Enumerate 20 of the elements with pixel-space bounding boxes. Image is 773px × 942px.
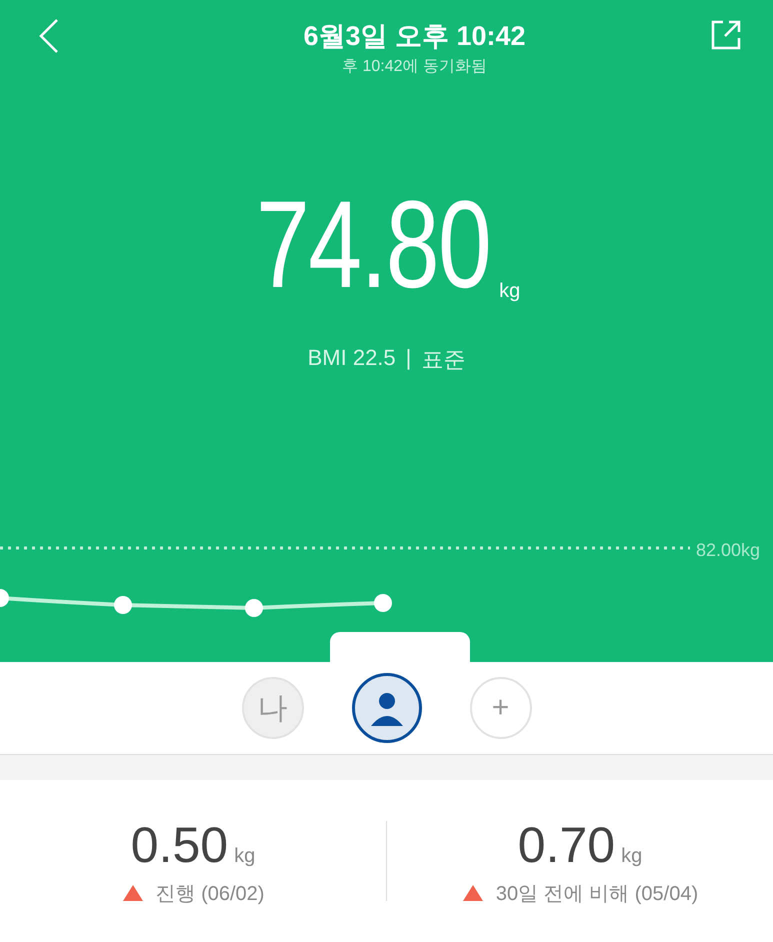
increase-icon xyxy=(122,884,144,902)
back-icon[interactable] xyxy=(38,18,60,54)
change-value: 0.50 xyxy=(130,816,228,874)
change-caption: 30일 전에 비해 (05/04) xyxy=(496,882,698,906)
date-title: 6월3일 오후 10:42 xyxy=(303,20,526,53)
increase-icon xyxy=(462,884,484,902)
change-unit: kg xyxy=(621,844,642,868)
sync-status: 후 10:42에 동기화됨 xyxy=(342,57,487,77)
change-value: 0.70 xyxy=(518,816,616,874)
share-icon[interactable] xyxy=(709,18,743,52)
bmi-value: BMI 22.5 xyxy=(308,345,396,372)
weight-unit: kg xyxy=(499,280,520,303)
separator: | xyxy=(406,345,412,372)
user-avatar[interactable]: 나 xyxy=(242,677,304,739)
target-label: 82.00kg xyxy=(696,540,760,560)
change-unit: kg xyxy=(234,844,256,868)
bmi-status: 표준 xyxy=(421,346,466,374)
weight-value: 74.80 xyxy=(256,185,490,305)
change-caption: 진행 (06/02) xyxy=(156,882,264,906)
add-user-button[interactable]: + xyxy=(470,677,532,739)
